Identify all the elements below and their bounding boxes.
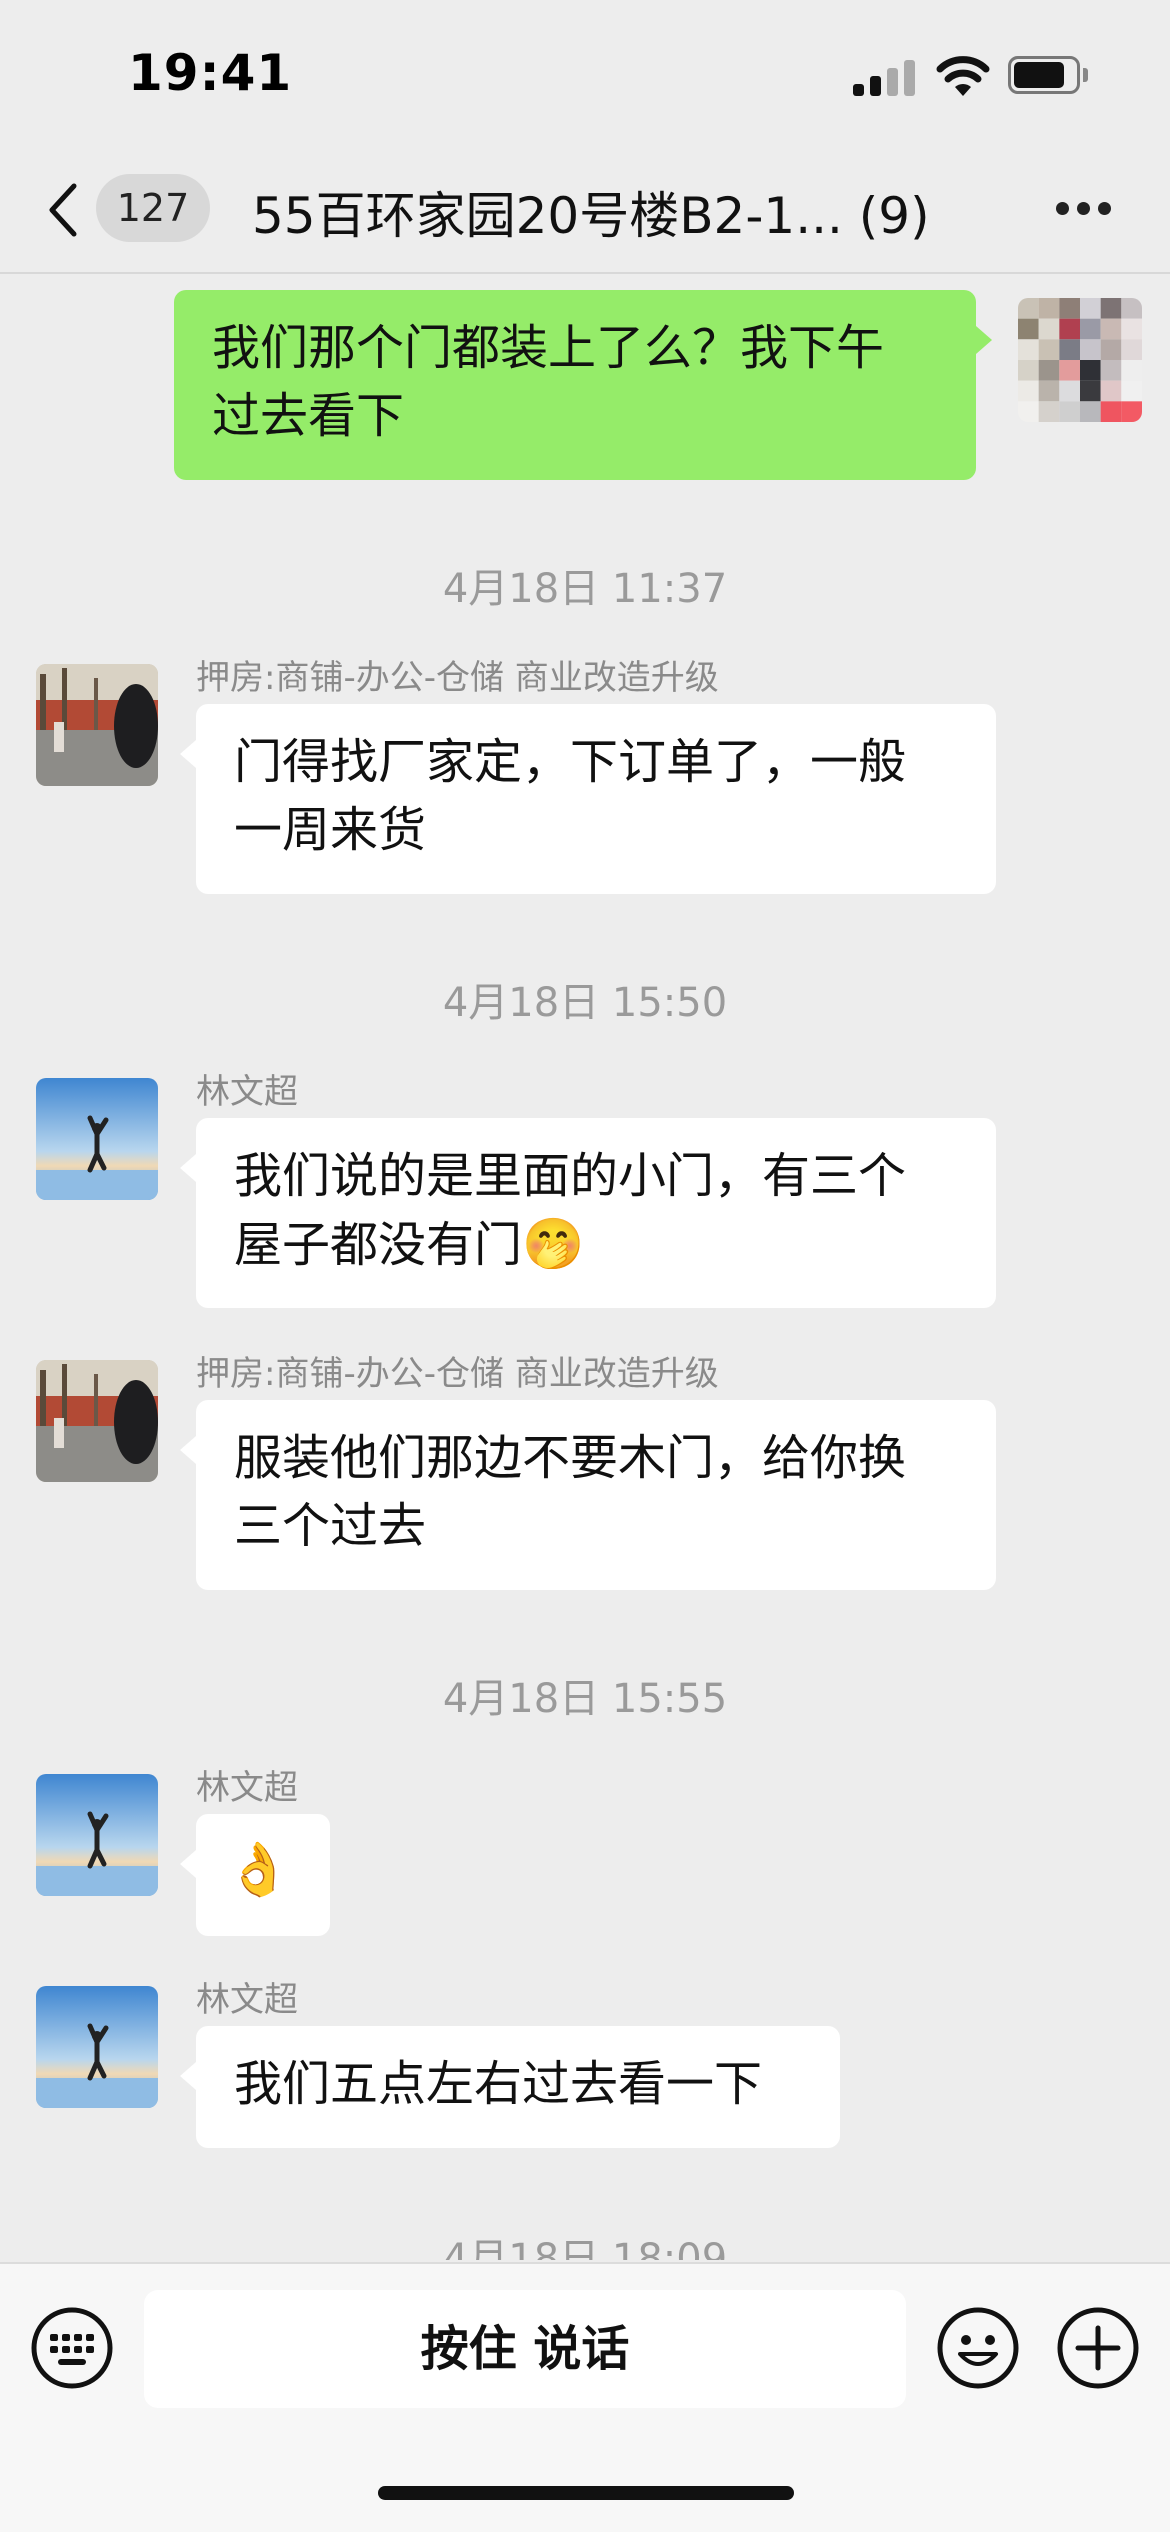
my-avatar[interactable] — [1018, 298, 1142, 422]
timestamp-separator: 4月18日 11:37 — [442, 566, 728, 612]
avatar[interactable] — [36, 1360, 158, 1482]
message-text-line: 门得找厂家定，下订单了，一般 — [234, 734, 907, 790]
smiley-face-icon[interactable] — [936, 2306, 1020, 2390]
incoming-emoji-bubble[interactable]: 👌 — [180, 1814, 330, 1936]
message-list[interactable]: 我们那个门都装上了么？我下午 过去看下 4月18日 11:37 押房:商铺-办公… — [0, 276, 1170, 2260]
unread-count-badge[interactable]: 127 — [96, 174, 210, 242]
nav-bar: 127 55百环家园20号楼B2-1... (9) — [0, 150, 1170, 274]
status-bar: 19:41 — [0, 0, 1170, 150]
message-text-line: 三个过去 — [234, 1498, 427, 1554]
plus-circle-icon[interactable] — [1056, 2306, 1140, 2390]
message-text-line: 我们说的是里面的小门，有三个 — [234, 1148, 907, 1204]
incoming-message-bubble[interactable]: 我们说的是里面的小门，有三个 屋子都没有门🤭 — [180, 1118, 996, 1308]
sender-name: 押房:商铺-办公-仓储 商业改造升级 — [196, 658, 719, 698]
sender-name: 林文超 — [196, 1072, 298, 1112]
outgoing-message-bubble[interactable]: 我们那个门都装上了么？我下午 过去看下 — [174, 290, 992, 480]
sender-name: 林文超 — [196, 1980, 298, 2020]
avatar[interactable] — [36, 1078, 158, 1200]
message-text-line: 屋子都没有门🤭 — [234, 1210, 958, 1279]
incoming-message-bubble[interactable]: 门得找厂家定，下订单了，一般 一周来货 — [180, 704, 996, 894]
message-text: 屋子都没有门 — [234, 1217, 523, 1273]
message-text-line: 服装他们那边不要木门，给你换 — [234, 1430, 907, 1486]
wifi-icon — [936, 56, 990, 96]
ok-hand-emoji: 👌 — [226, 1840, 291, 1900]
message-text-line: 过去看下 — [212, 388, 405, 444]
timestamp-separator: 4月18日 15:50 — [442, 980, 728, 1026]
cellular-signal-icon — [853, 58, 917, 96]
chat-title: 55百环家园20号楼B2-1... (9) — [252, 187, 930, 245]
avatar[interactable] — [36, 1774, 158, 1896]
message-text-line: 一周来货 — [234, 802, 427, 858]
avatar[interactable] — [36, 664, 158, 786]
home-indicator — [378, 2486, 794, 2500]
facepalm-emoji: 🤭 — [522, 1215, 585, 1273]
sender-name: 林文超 — [196, 1768, 298, 1808]
sender-name: 押房:商铺-办公-仓储 商业改造升级 — [196, 1354, 719, 1394]
status-time: 19:41 — [128, 44, 293, 102]
more-dots-icon[interactable] — [1056, 202, 1112, 218]
chat-screen: 19:41 127 55百环家园20号楼B2-1... (9) 我们那个门都装上… — [0, 0, 1170, 2532]
input-bar: 按住 说话 — [0, 2262, 1170, 2532]
incoming-message-bubble[interactable]: 服装他们那边不要木门，给你换 三个过去 — [180, 1400, 996, 1590]
incoming-message-bubble[interactable]: 我们五点左右过去看一下 — [180, 2026, 840, 2148]
message-text-line: 我们那个门都装上了么？我下午 — [212, 320, 885, 376]
avatar[interactable] — [36, 1986, 158, 2108]
chevron-left-icon[interactable] — [44, 180, 84, 240]
timestamp-separator: 4月18日 18:09 — [442, 2236, 728, 2260]
battery-icon — [1008, 56, 1088, 96]
timestamp-separator: 4月18日 15:55 — [442, 1676, 728, 1722]
hold-to-talk-button[interactable]: 按住 说话 — [144, 2290, 906, 2408]
keyboard-icon[interactable] — [30, 2306, 114, 2390]
message-text-line: 我们五点左右过去看一下 — [234, 2056, 763, 2112]
